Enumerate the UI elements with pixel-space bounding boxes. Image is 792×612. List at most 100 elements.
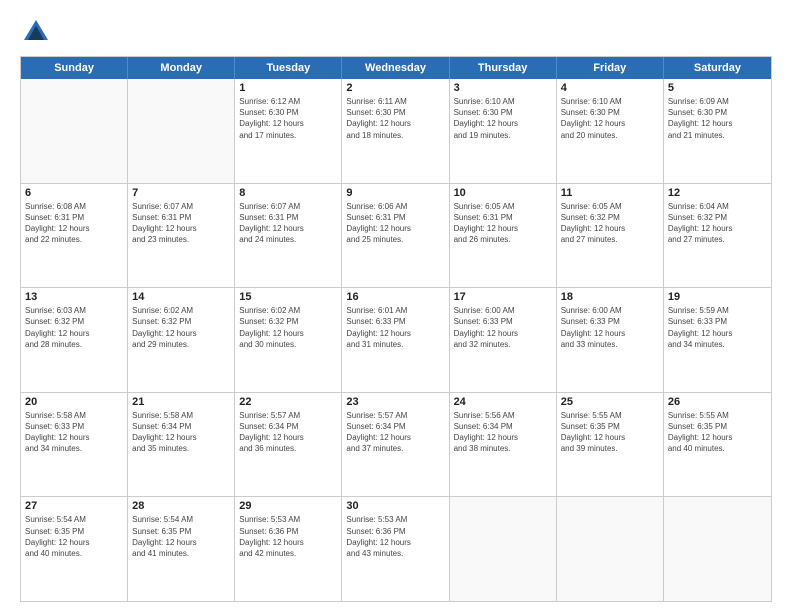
day-info: Sunrise: 6:12 AMSunset: 6:30 PMDaylight:… bbox=[239, 96, 337, 141]
day-cell: 15 Sunrise: 6:02 AMSunset: 6:32 PMDayligh… bbox=[235, 288, 342, 392]
day-cell: 30Sunrise: 5:53 AMSunset: 6:36 PMDayligh… bbox=[342, 497, 449, 601]
day-info: Sunrise: 6:11 AMSunset: 6:30 PMDaylight:… bbox=[346, 96, 444, 141]
day-cell: 4Sunrise: 6:10 AMSunset: 6:30 PMDaylight… bbox=[557, 79, 664, 183]
day-number: 11 bbox=[561, 187, 659, 199]
day-number: 2 bbox=[346, 82, 444, 94]
day-info: Sunrise: 6:10 AMSunset: 6:30 PMDaylight:… bbox=[454, 96, 552, 141]
day-number: 23 bbox=[346, 396, 444, 408]
day-cell: 19 Sunrise: 5:59 AMSunset: 6:33 PMDayligh… bbox=[664, 288, 771, 392]
calendar-body: 1Sunrise: 6:12 AMSunset: 6:30 PMDaylight… bbox=[21, 79, 771, 601]
day-cell bbox=[557, 497, 664, 601]
day-info: Sunrise: 6:08 AMSunset: 6:31 PMDaylight:… bbox=[25, 201, 123, 246]
day-cell: 2 Sunrise: 6:11 AMSunset: 6:30 PMDaylight… bbox=[342, 79, 449, 183]
day-info: Sunrise: 6:07 AMSunset: 6:31 PMDaylight:… bbox=[132, 201, 230, 246]
day-number: 24 bbox=[454, 396, 552, 408]
day-info: Sunrise: 6:07 AMSunset: 6:31 PMDaylight:… bbox=[239, 201, 337, 246]
day-number: 17 bbox=[454, 291, 552, 303]
day-cell: 20 Sunrise: 5:58 AMSunset: 6:33 PMDayligh… bbox=[21, 393, 128, 497]
day-cell: 18Sunrise: 6:00 AMSunset: 6:33 PMDayligh… bbox=[557, 288, 664, 392]
day-number: 13 bbox=[25, 291, 123, 303]
day-cell: 8 Sunrise: 6:07 AMSunset: 6:31 PMDaylight… bbox=[235, 184, 342, 288]
weekday-header-saturday: Saturday bbox=[664, 57, 771, 79]
day-cell: 7 Sunrise: 6:07 AMSunset: 6:31 PMDaylight… bbox=[128, 184, 235, 288]
day-cell: 13 Sunrise: 6:03 AMSunset: 6:32 PMDayligh… bbox=[21, 288, 128, 392]
day-cell: 5 Sunrise: 6:09 AMSunset: 6:30 PMDaylight… bbox=[664, 79, 771, 183]
week-row-2: 6Sunrise: 6:08 AMSunset: 6:31 PMDaylight… bbox=[21, 184, 771, 289]
weekday-header-monday: Monday bbox=[128, 57, 235, 79]
day-number: 27 bbox=[25, 500, 123, 512]
logo bbox=[20, 16, 56, 48]
logo-icon bbox=[20, 16, 52, 48]
page: SundayMondayTuesdayWednesdayThursdayFrid… bbox=[0, 0, 792, 612]
week-row-5: 27 Sunrise: 5:54 AMSunset: 6:35 PMDayligh… bbox=[21, 497, 771, 601]
weekday-header-wednesday: Wednesday bbox=[342, 57, 449, 79]
day-cell: 3 Sunrise: 6:10 AMSunset: 6:30 PMDaylight… bbox=[450, 79, 557, 183]
day-info: Sunrise: 6:02 AMSunset: 6:32 PMDaylight:… bbox=[132, 305, 230, 350]
day-number: 21 bbox=[132, 396, 230, 408]
day-info: Sunrise: 5:55 AMSunset: 6:35 PMDaylight:… bbox=[668, 410, 767, 455]
day-cell: 11Sunrise: 6:05 AMSunset: 6:32 PMDayligh… bbox=[557, 184, 664, 288]
day-cell: 21 Sunrise: 5:58 AMSunset: 6:34 PMDayligh… bbox=[128, 393, 235, 497]
weekday-header-sunday: Sunday bbox=[21, 57, 128, 79]
day-info: Sunrise: 5:58 AMSunset: 6:33 PMDaylight:… bbox=[25, 410, 123, 455]
day-cell: 29 Sunrise: 5:53 AMSunset: 6:36 PMDayligh… bbox=[235, 497, 342, 601]
day-number: 19 bbox=[668, 291, 767, 303]
day-info: Sunrise: 6:05 AMSunset: 6:31 PMDaylight:… bbox=[454, 201, 552, 246]
day-cell: 17 Sunrise: 6:00 AMSunset: 6:33 PMDayligh… bbox=[450, 288, 557, 392]
day-cell: 28Sunrise: 5:54 AMSunset: 6:35 PMDayligh… bbox=[128, 497, 235, 601]
day-cell: 9 Sunrise: 6:06 AMSunset: 6:31 PMDaylight… bbox=[342, 184, 449, 288]
day-cell: 24 Sunrise: 5:56 AMSunset: 6:34 PMDayligh… bbox=[450, 393, 557, 497]
weekday-header-friday: Friday bbox=[557, 57, 664, 79]
calendar-header: SundayMondayTuesdayWednesdayThursdayFrid… bbox=[21, 57, 771, 79]
day-info: Sunrise: 5:59 AMSunset: 6:33 PMDaylight:… bbox=[668, 305, 767, 350]
day-info: Sunrise: 5:55 AMSunset: 6:35 PMDaylight:… bbox=[561, 410, 659, 455]
day-number: 29 bbox=[239, 500, 337, 512]
day-number: 9 bbox=[346, 187, 444, 199]
day-cell bbox=[21, 79, 128, 183]
day-info: Sunrise: 5:53 AMSunset: 6:36 PMDaylight:… bbox=[239, 514, 337, 559]
day-info: Sunrise: 6:04 AMSunset: 6:32 PMDaylight:… bbox=[668, 201, 767, 246]
day-info: Sunrise: 6:09 AMSunset: 6:30 PMDaylight:… bbox=[668, 96, 767, 141]
day-number: 3 bbox=[454, 82, 552, 94]
day-number: 10 bbox=[454, 187, 552, 199]
day-number: 28 bbox=[132, 500, 230, 512]
day-cell: 1Sunrise: 6:12 AMSunset: 6:30 PMDaylight… bbox=[235, 79, 342, 183]
day-number: 18 bbox=[561, 291, 659, 303]
day-info: Sunrise: 6:02 AMSunset: 6:32 PMDaylight:… bbox=[239, 305, 337, 350]
day-number: 25 bbox=[561, 396, 659, 408]
day-cell: 26Sunrise: 5:55 AMSunset: 6:35 PMDayligh… bbox=[664, 393, 771, 497]
calendar: SundayMondayTuesdayWednesdayThursdayFrid… bbox=[20, 56, 772, 602]
day-info: Sunrise: 6:03 AMSunset: 6:32 PMDaylight:… bbox=[25, 305, 123, 350]
day-number: 5 bbox=[668, 82, 767, 94]
day-number: 16 bbox=[346, 291, 444, 303]
day-cell bbox=[450, 497, 557, 601]
day-number: 12 bbox=[668, 187, 767, 199]
day-cell: 6Sunrise: 6:08 AMSunset: 6:31 PMDaylight… bbox=[21, 184, 128, 288]
day-cell: 12 Sunrise: 6:04 AMSunset: 6:32 PMDayligh… bbox=[664, 184, 771, 288]
day-cell: 14 Sunrise: 6:02 AMSunset: 6:32 PMDayligh… bbox=[128, 288, 235, 392]
day-cell bbox=[128, 79, 235, 183]
day-number: 7 bbox=[132, 187, 230, 199]
day-cell: 27 Sunrise: 5:54 AMSunset: 6:35 PMDayligh… bbox=[21, 497, 128, 601]
day-info: Sunrise: 5:56 AMSunset: 6:34 PMDaylight:… bbox=[454, 410, 552, 455]
day-number: 22 bbox=[239, 396, 337, 408]
day-number: 14 bbox=[132, 291, 230, 303]
day-info: Sunrise: 6:00 AMSunset: 6:33 PMDaylight:… bbox=[454, 305, 552, 350]
day-cell: 25 Sunrise: 5:55 AMSunset: 6:35 PMDayligh… bbox=[557, 393, 664, 497]
day-info: Sunrise: 6:01 AMSunset: 6:33 PMDaylight:… bbox=[346, 305, 444, 350]
weekday-header-tuesday: Tuesday bbox=[235, 57, 342, 79]
day-info: Sunrise: 5:54 AMSunset: 6:35 PMDaylight:… bbox=[25, 514, 123, 559]
header bbox=[20, 16, 772, 48]
day-number: 8 bbox=[239, 187, 337, 199]
week-row-1: 1Sunrise: 6:12 AMSunset: 6:30 PMDaylight… bbox=[21, 79, 771, 184]
day-number: 20 bbox=[25, 396, 123, 408]
day-info: Sunrise: 5:57 AMSunset: 6:34 PMDaylight:… bbox=[239, 410, 337, 455]
day-info: Sunrise: 5:58 AMSunset: 6:34 PMDaylight:… bbox=[132, 410, 230, 455]
day-cell bbox=[664, 497, 771, 601]
day-number: 30 bbox=[346, 500, 444, 512]
day-number: 15 bbox=[239, 291, 337, 303]
day-info: Sunrise: 6:10 AMSunset: 6:30 PMDaylight:… bbox=[561, 96, 659, 141]
week-row-3: 13 Sunrise: 6:03 AMSunset: 6:32 PMDayligh… bbox=[21, 288, 771, 393]
day-info: Sunrise: 6:06 AMSunset: 6:31 PMDaylight:… bbox=[346, 201, 444, 246]
weekday-header-thursday: Thursday bbox=[450, 57, 557, 79]
